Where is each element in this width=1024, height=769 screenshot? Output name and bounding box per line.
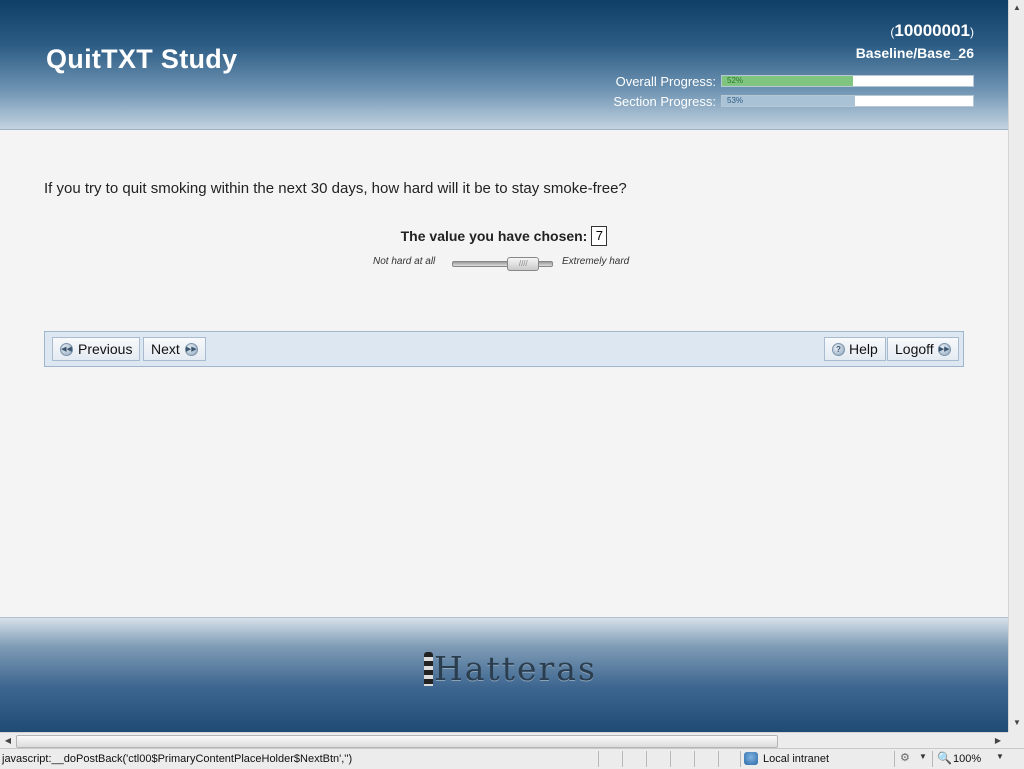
chevron-down-icon[interactable]: ▼ (996, 752, 1004, 761)
section-progress: Section Progress: 53% (613, 93, 974, 109)
status-separator (598, 751, 599, 767)
chosen-value-group: The value you have chosen: 7 (401, 226, 608, 246)
browser-status-bar: javascript:__doPostBack('ctl00$PrimaryCo… (0, 748, 1024, 769)
slider-min-label: Not hard at all (373, 256, 436, 267)
page-footer: Hatteras (0, 617, 1008, 732)
security-zone-label: Local intranet (763, 753, 830, 765)
answer-slider: Not hard at all //// Extremely hard (373, 255, 643, 271)
page-header: QuitTXT Study (10000001) Baseline/Base_2… (0, 0, 1008, 130)
status-separator (694, 751, 695, 767)
overall-progress-bar: 52% (721, 75, 974, 87)
protected-mode-icon[interactable]: ⚙ (900, 752, 914, 765)
status-separator (894, 751, 895, 767)
slider-track[interactable]: //// (452, 257, 553, 271)
status-separator (740, 751, 741, 767)
status-separator (932, 751, 933, 767)
logoff-button[interactable]: Logoff ▶▶ (887, 337, 959, 361)
next-button[interactable]: Next ▶▶ (143, 337, 206, 361)
question-text: If you try to quit smoking within the ne… (44, 180, 627, 197)
participant-id: (10000001) (890, 21, 974, 41)
zoom-level[interactable]: 100% (953, 753, 981, 765)
next-button-label: Next (151, 341, 180, 357)
participant-id-value: 10000001 (894, 21, 970, 40)
rewind-icon: ◀◀ (60, 342, 73, 356)
status-separator (670, 751, 671, 767)
fast-forward-icon: ▶▶ (937, 342, 951, 356)
hatteras-logo: Hatteras (424, 652, 597, 686)
status-separator (718, 751, 719, 767)
help-button[interactable]: ? Help (824, 337, 886, 361)
status-separator (622, 751, 623, 767)
scrollbar-corner (1008, 732, 1024, 748)
scroll-right-arrow-icon[interactable]: ▶ (991, 734, 1005, 748)
overall-progress: Overall Progress: 52% (615, 73, 974, 89)
logoff-button-label: Logoff (895, 341, 934, 357)
help-button-label: Help (849, 341, 878, 357)
scroll-down-arrow-icon[interactable]: ▼ (1011, 716, 1023, 730)
previous-button[interactable]: ◀◀ Previous (52, 337, 141, 361)
section-progress-bar: 53% (721, 95, 974, 107)
section-progress-label: Section Progress: (613, 93, 716, 109)
chevron-down-icon[interactable]: ▼ (919, 752, 927, 761)
scroll-left-arrow-icon[interactable]: ◀ (1, 734, 15, 748)
chosen-value-label: The value you have chosen: (400, 228, 588, 244)
zoom-icon[interactable]: 🔍 (937, 751, 952, 765)
scroll-up-arrow-icon[interactable]: ▲ (1011, 1, 1023, 15)
fast-forward-icon: ▶▶ (184, 342, 198, 356)
logo-text: Hatteras (434, 649, 597, 688)
navigation-bar: ◀◀ Previous Next ▶▶ ? Help Logoff ▶▶ (44, 331, 964, 367)
status-text: javascript:__doPostBack('ctl00$PrimaryCo… (2, 753, 353, 765)
lighthouse-icon (424, 652, 433, 686)
chosen-value-box: 7 (591, 226, 608, 246)
globe-icon (744, 752, 758, 765)
horizontal-scroll-thumb[interactable] (16, 735, 778, 748)
section-progress-percent: 53% (727, 96, 744, 105)
chosen-value-row: The value you have chosen: 7 (0, 226, 1008, 246)
previous-button-label: Previous (78, 341, 133, 357)
vertical-scrollbar[interactable]: ▲ ▼ (1008, 0, 1024, 732)
participant-id-close-paren: ) (970, 25, 974, 39)
status-separator (646, 751, 647, 767)
slider-thumb[interactable]: //// (507, 257, 540, 271)
horizontal-scrollbar[interactable]: ◀ ▶ (0, 732, 1008, 749)
slider-max-label: Extremely hard (562, 256, 630, 267)
browser-viewport: QuitTXT Study (10000001) Baseline/Base_2… (0, 0, 1008, 732)
help-icon: ? (832, 342, 845, 356)
visit-label: Baseline/Base_26 (855, 45, 974, 61)
overall-progress-percent: 52% (727, 76, 744, 85)
overall-progress-label: Overall Progress: (615, 73, 716, 89)
study-title: QuitTXT Study (46, 44, 238, 74)
